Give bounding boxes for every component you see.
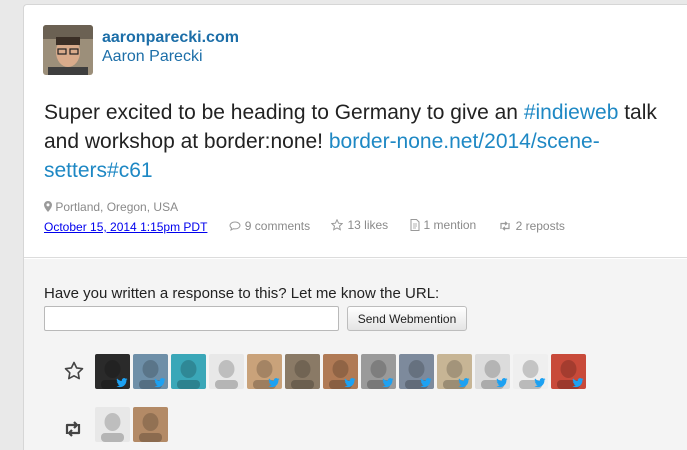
liker-avatar[interactable] bbox=[171, 354, 206, 389]
repost-icon bbox=[65, 421, 81, 437]
mentions-count[interactable]: 1 mention bbox=[410, 218, 477, 232]
comment-icon bbox=[229, 221, 241, 231]
comments-label: 9 comments bbox=[244, 219, 311, 233]
reposter-avatar[interactable] bbox=[133, 407, 168, 442]
hashtag-link[interactable]: #indieweb bbox=[524, 101, 619, 124]
liker-avatar[interactable] bbox=[323, 354, 358, 389]
liker-avatar[interactable] bbox=[513, 354, 548, 389]
twitter-bird-icon bbox=[572, 378, 584, 388]
reposts-count[interactable]: 2 reposts bbox=[498, 219, 565, 233]
post-entry: aaronparecki.com Aaron Parecki Super exc… bbox=[24, 5, 687, 258]
likes-label: 13 likes bbox=[347, 218, 389, 232]
twitter-bird-icon bbox=[382, 378, 394, 388]
twitter-bird-icon bbox=[496, 378, 508, 388]
reposts-label: 2 reposts bbox=[515, 219, 565, 233]
likes-faces bbox=[95, 354, 586, 389]
document-icon bbox=[410, 219, 420, 231]
twitter-bird-icon bbox=[268, 378, 280, 388]
twitter-bird-icon bbox=[458, 378, 470, 388]
liker-avatar[interactable] bbox=[133, 354, 168, 389]
author-url-link[interactable]: aaronparecki.com bbox=[102, 29, 239, 47]
post-content: Super excited to be heading to Germany t… bbox=[44, 98, 664, 185]
liker-avatar[interactable] bbox=[475, 354, 510, 389]
liker-avatar[interactable] bbox=[399, 354, 434, 389]
send-webmention-button[interactable]: Send Webmention bbox=[347, 306, 467, 331]
webmention-section: Have you written a response to this? Let… bbox=[24, 259, 687, 450]
likes-count[interactable]: 13 likes bbox=[331, 218, 388, 232]
liker-avatar[interactable] bbox=[361, 354, 396, 389]
repost-icon bbox=[499, 221, 510, 231]
post-date-link[interactable]: October 15, 2014 1:15pm PDT bbox=[44, 220, 207, 234]
reposts-faces bbox=[95, 407, 168, 442]
liker-avatar[interactable] bbox=[437, 354, 472, 389]
post-card: aaronparecki.com Aaron Parecki Super exc… bbox=[23, 4, 687, 450]
location: Portland, Oregon, USA bbox=[44, 200, 178, 214]
liker-avatar[interactable] bbox=[285, 354, 320, 389]
twitter-bird-icon bbox=[420, 378, 432, 388]
reposter-avatar[interactable] bbox=[95, 407, 130, 442]
post-meta: October 15, 2014 1:15pm PDT 9 comments 1… bbox=[44, 218, 583, 234]
liker-avatar[interactable] bbox=[551, 354, 586, 389]
author-name-link[interactable]: Aaron Parecki bbox=[102, 48, 203, 66]
webmention-url-input[interactable] bbox=[44, 306, 339, 331]
twitter-bird-icon bbox=[534, 378, 546, 388]
twitter-bird-icon bbox=[154, 378, 166, 388]
twitter-bird-icon bbox=[116, 378, 128, 388]
location-link[interactable]: Portland, Oregon, USA bbox=[55, 200, 178, 214]
liker-avatar[interactable] bbox=[209, 354, 244, 389]
star-icon bbox=[331, 219, 344, 231]
liker-avatar[interactable] bbox=[247, 354, 282, 389]
content-text: Super excited to be heading to Germany t… bbox=[44, 101, 524, 124]
map-pin-icon bbox=[44, 201, 52, 212]
author-avatar[interactable] bbox=[43, 25, 93, 75]
star-icon bbox=[64, 361, 84, 380]
mentions-label: 1 mention bbox=[423, 218, 477, 232]
comments-count[interactable]: 9 comments bbox=[229, 219, 310, 233]
twitter-bird-icon bbox=[344, 378, 356, 388]
liker-avatar[interactable] bbox=[95, 354, 130, 389]
webmention-prompt: Have you written a response to this? Let… bbox=[44, 285, 440, 302]
